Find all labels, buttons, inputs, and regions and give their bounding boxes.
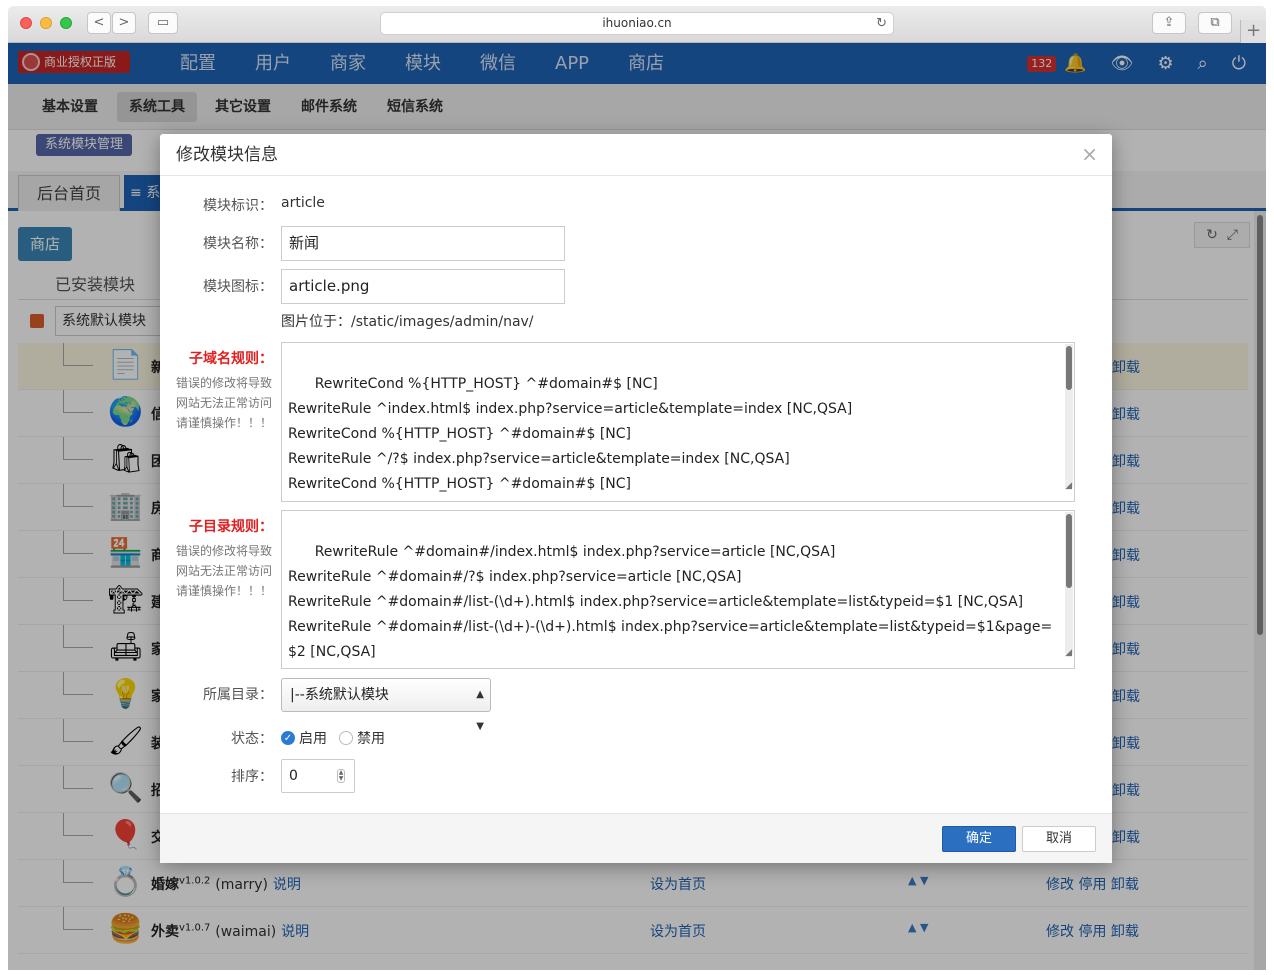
status-enable-label: 启用 xyxy=(299,731,327,747)
subdir-warning: 错误的修改将导致网站无法正常访问请谨慎操作！！！ xyxy=(176,544,273,598)
order-value: 0 xyxy=(289,768,298,784)
textarea-scrollbar[interactable] xyxy=(1065,344,1073,487)
minimize-window-button[interactable] xyxy=(40,17,52,29)
status-enable-radio[interactable]: ✓ 启用 xyxy=(281,728,327,748)
directory-value: |--系统默认模块 xyxy=(290,687,389,703)
dialog-footer: 确定 取消 xyxy=(160,813,1112,863)
icon-path-hint: 图片位于：/static/images/admin/nav/ xyxy=(281,314,534,330)
dialog-title: 修改模块信息 xyxy=(160,134,1112,176)
sidebar-icon[interactable]: ▭ xyxy=(148,12,178,34)
confirm-button[interactable]: 确定 xyxy=(942,826,1016,852)
textarea-scrollbar[interactable] xyxy=(1065,512,1073,654)
forward-button[interactable]: > xyxy=(112,12,136,34)
share-icon[interactable]: ⇪ xyxy=(1152,12,1186,34)
status-disable-radio[interactable]: 禁用 xyxy=(339,728,385,748)
browser-toolbar: < > ▭ ihuoniao.cn ↻ ⇪ ⧉ + xyxy=(8,6,1266,44)
zoom-window-button[interactable] xyxy=(60,17,72,29)
select-arrows-icon: ▲ ▼ xyxy=(476,689,484,732)
subdir-rules-textarea[interactable]: RewriteRule ^#domain#/index.html$ index.… xyxy=(281,510,1075,669)
subdomain-rules-textarea[interactable]: RewriteCond %{HTTP_HOST} ^#domain#$ [NC]… xyxy=(281,342,1075,502)
resize-grip-icon[interactable]: ◢ xyxy=(1065,474,1072,499)
edit-module-dialog: 修改模块信息 × 模块标识： article 模块名称： 新闻 模块图标： ar… xyxy=(160,134,1112,863)
module-name-label: 模块名称： xyxy=(203,236,273,252)
module-id-label: 模块标识： xyxy=(203,198,273,214)
subdomain-warning: 错误的修改将导致网站无法正常访问请谨慎操作！！！ xyxy=(176,376,273,430)
subdir-rules-label: 子目录规则： xyxy=(189,519,273,535)
module-name-input[interactable]: 新闻 xyxy=(281,226,565,261)
subdir-rules-text: RewriteRule ^#domain#/index.html$ index.… xyxy=(288,544,1053,660)
url-text: ihuoniao.cn xyxy=(602,16,672,30)
module-icon-input[interactable]: article.png xyxy=(281,269,565,304)
subdomain-rules-label: 子域名规则： xyxy=(189,351,273,367)
cancel-button[interactable]: 取消 xyxy=(1022,826,1096,852)
reload-icon[interactable]: ↻ xyxy=(876,13,887,34)
directory-label: 所属目录： xyxy=(203,687,273,703)
address-bar[interactable]: ihuoniao.cn ↻ xyxy=(380,12,894,35)
new-tab-button[interactable]: + xyxy=(1240,20,1266,44)
status-label: 状态： xyxy=(231,731,273,747)
order-input[interactable]: 0 ▲ ▼ xyxy=(281,759,355,793)
module-id-value: article xyxy=(281,195,325,211)
close-icon[interactable]: × xyxy=(1081,142,1098,166)
status-disable-label: 禁用 xyxy=(357,731,385,747)
resize-grip-icon[interactable]: ◢ xyxy=(1065,641,1072,666)
directory-select[interactable]: |--系统默认模块 ▲ ▼ xyxy=(281,678,491,732)
close-window-button[interactable] xyxy=(20,17,32,29)
module-icon-label: 模块图标： xyxy=(203,279,273,295)
unchecked-radio-icon xyxy=(339,731,353,745)
order-label: 排序： xyxy=(231,769,273,785)
checked-radio-icon: ✓ xyxy=(281,731,295,745)
stepper-icon[interactable]: ▲ ▼ xyxy=(337,769,345,783)
tabs-overview-icon[interactable]: ⧉ xyxy=(1198,12,1232,34)
dialog-body: 模块标识： article 模块名称： 新闻 模块图标： article.png… xyxy=(160,177,1112,813)
back-button[interactable]: < xyxy=(87,12,111,34)
subdomain-rules-text: RewriteCond %{HTTP_HOST} ^#domain#$ [NC]… xyxy=(288,376,853,492)
